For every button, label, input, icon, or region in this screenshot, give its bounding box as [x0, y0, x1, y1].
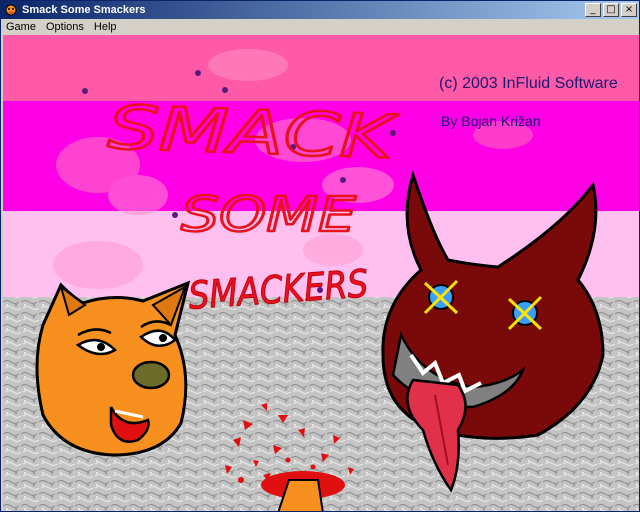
maximize-icon: □ — [606, 4, 616, 15]
menu-bar: Game Options Help — [1, 19, 639, 35]
logo-line-smack: SMACK — [107, 93, 401, 173]
game-window: Smack Some Smackers _ □ × Game Options H… — [0, 0, 640, 512]
title-bar[interactable]: Smack Some Smackers _ □ × — [1, 1, 639, 19]
menu-help[interactable]: Help — [89, 21, 122, 33]
close-icon: × — [624, 4, 634, 15]
app-icon — [5, 4, 17, 16]
pig-character — [35, 280, 191, 457]
menu-options[interactable]: Options — [41, 21, 89, 33]
author-text: By Bojan Križan — [441, 113, 541, 129]
copyright-text: (c) 2003 InFluid Software — [439, 75, 618, 92]
minimize-icon: _ — [590, 4, 596, 15]
minimize-button[interactable]: _ — [585, 3, 601, 17]
maximize-button[interactable]: □ — [603, 3, 619, 17]
title-art: SMACK SOME SMACKERS — [3, 35, 639, 511]
logo-line-some: SOME — [181, 187, 357, 243]
close-button[interactable]: × — [621, 3, 637, 17]
menu-game[interactable]: Game — [1, 21, 41, 33]
title-screen-canvas[interactable]: SMACK SOME SMACKERS (c) 2003 InFluid Sof… — [3, 35, 639, 511]
window-title: Smack Some Smackers — [22, 4, 146, 16]
